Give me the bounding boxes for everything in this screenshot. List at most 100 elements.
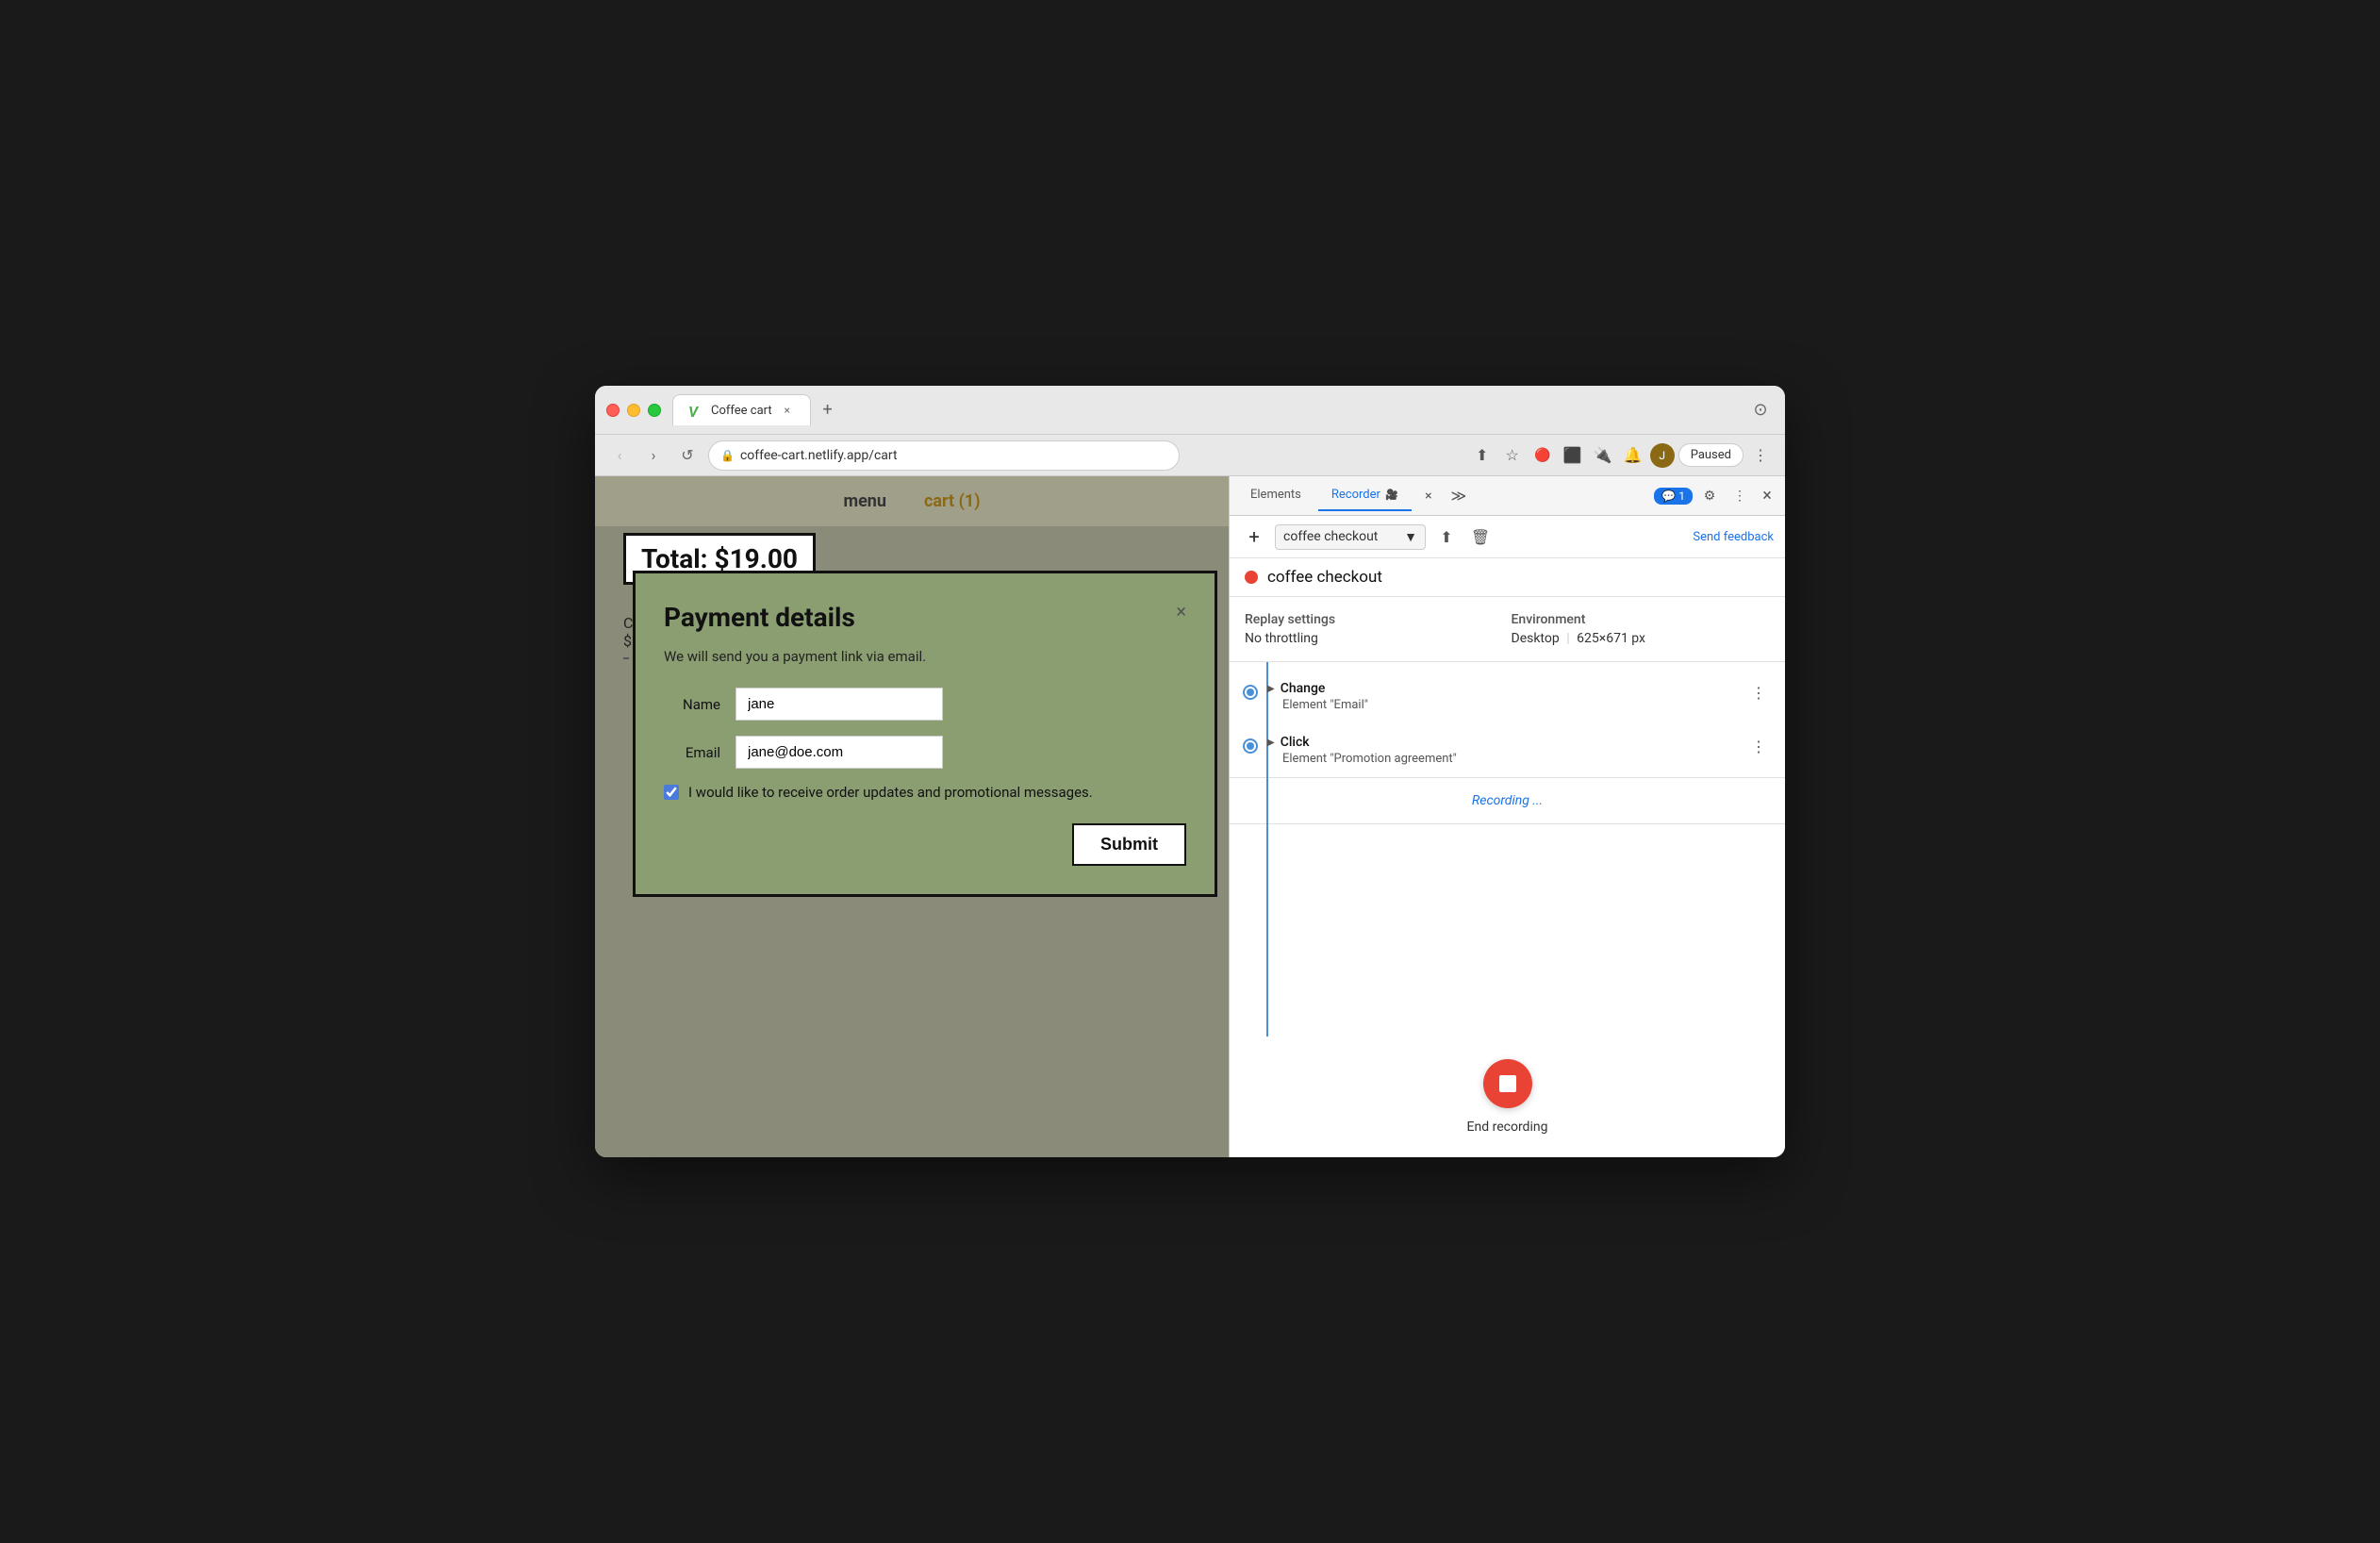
step-change: ▶ Change Element "Email" ⋮: [1230, 670, 1785, 723]
recorder-tab-label: Recorder: [1331, 488, 1380, 502]
browser-tab[interactable]: V Coffee cart ×: [672, 394, 811, 425]
recorder-icon: 🎥: [1385, 489, 1398, 501]
recording-selector-name: coffee checkout: [1283, 529, 1378, 544]
end-recording-area: End recording: [1230, 1037, 1785, 1157]
submit-area: Submit: [664, 823, 1186, 866]
chat-badge[interactable]: 💬 1: [1654, 488, 1693, 505]
replay-settings: Replay settings No throttling Environmen…: [1230, 597, 1785, 662]
more-tabs-button[interactable]: ≫: [1446, 483, 1472, 509]
devtools-actions: 💬 1 ⚙ ⋮ ×: [1654, 483, 1777, 509]
paused-button[interactable]: Paused: [1678, 443, 1744, 467]
step-click: ▶ Click Element "Promotion agreement" ⋮: [1230, 723, 1785, 777]
devtools-close-button[interactable]: ×: [1757, 486, 1777, 506]
step-element-change: Element "Email": [1267, 698, 1736, 712]
elements-tab-label: Elements: [1250, 488, 1301, 502]
recording-status: Recording ...: [1230, 777, 1785, 824]
name-field-row: Name: [664, 688, 1186, 721]
recording-dot-icon: [1245, 571, 1258, 584]
env-dimensions: 625×671 px: [1577, 631, 1645, 646]
tab-bar: V Coffee cart × +: [672, 394, 1736, 425]
recorder-toolbar: + coffee checkout ▼ ⬆ 🗑 Send feedback: [1230, 516, 1785, 558]
add-step-button[interactable]: +: [1241, 523, 1267, 550]
nav-cart-item[interactable]: cart (1): [924, 491, 981, 511]
throttling-value: No throttling: [1245, 631, 1504, 646]
promotion-label: I would like to receive order updates an…: [688, 784, 1093, 801]
modal-subtitle: We will send you a payment link via emai…: [664, 648, 1186, 665]
webpage: menu cart (1) Total: $19.00 Ca... $1... …: [595, 476, 1229, 1157]
back-button[interactable]: ‹: [606, 442, 633, 469]
new-tab-button[interactable]: +: [815, 397, 841, 423]
devtools-panel: Elements Recorder 🎥 × ≫ 💬 1 ⚙ ⋮ × +: [1229, 476, 1785, 1157]
stop-recording-button[interactable]: [1483, 1059, 1532, 1108]
browser-window: V Coffee cart × + ⊙ ‹ › ↺ 🔒 coffee-cart.…: [595, 386, 1785, 1157]
send-feedback-link[interactable]: Send feedback: [1693, 530, 1774, 544]
devtools-settings-icon[interactable]: ⚙: [1696, 483, 1723, 509]
url-text: coffee-cart.netlify.app/cart: [740, 448, 898, 463]
modal-close-button[interactable]: ×: [1176, 602, 1186, 621]
forward-button[interactable]: ›: [640, 442, 667, 469]
payment-modal: Payment details × We will send you a pay…: [633, 571, 1217, 897]
step-element-click: Element "Promotion agreement": [1267, 752, 1736, 766]
user-avatar[interactable]: J: [1650, 443, 1675, 468]
browser-actions: ⬆ ☆ 🔴 ⬛ 🔌 🔔 J Paused ⋮: [1469, 442, 1774, 469]
tab-recorder[interactable]: Recorder 🎥: [1318, 480, 1412, 511]
main-area: menu cart (1) Total: $19.00 Ca... $1... …: [595, 476, 1785, 1157]
more-options-icon[interactable]: ⋮: [1747, 442, 1774, 469]
nav-menu-item[interactable]: menu: [843, 491, 885, 511]
step-dot-change: [1245, 687, 1256, 698]
extension-icon-1[interactable]: 🔴: [1529, 442, 1556, 469]
step-type-change: Change: [1281, 681, 1326, 696]
reload-button[interactable]: ↺: [674, 442, 701, 469]
step-menu-click[interactable]: ⋮: [1747, 735, 1770, 757]
tab-elements[interactable]: Elements: [1237, 480, 1314, 511]
env-type: Desktop: [1512, 631, 1560, 646]
step-header-change[interactable]: ▶ Change: [1267, 681, 1736, 696]
promotion-checkbox-row: I would like to receive order updates an…: [664, 784, 1186, 801]
recording-selector[interactable]: coffee checkout ▼: [1275, 524, 1426, 550]
extension-icon-3[interactable]: 🔌: [1590, 442, 1616, 469]
modal-header: Payment details ×: [664, 602, 1186, 633]
close-window-button[interactable]: [606, 404, 620, 417]
share-icon[interactable]: ⬆: [1469, 442, 1496, 469]
tab-title: Coffee cart: [711, 404, 772, 418]
window-settings-icon[interactable]: ⊙: [1747, 397, 1774, 423]
url-lock-icon: 🔒: [720, 449, 735, 462]
delete-button[interactable]: 🗑: [1467, 523, 1494, 550]
replay-settings-label: Replay settings: [1245, 612, 1504, 627]
step-header-click[interactable]: ▶ Click: [1267, 735, 1736, 750]
export-button[interactable]: ⬆: [1433, 523, 1460, 550]
page-navigation: menu cart (1): [595, 476, 1229, 526]
address-input[interactable]: 🔒 coffee-cart.netlify.app/cart: [708, 440, 1180, 471]
email-input[interactable]: [735, 736, 943, 769]
step-dot-click: [1245, 740, 1256, 752]
step-chevron-click: ▶: [1267, 738, 1275, 748]
env-separator: |: [1566, 631, 1569, 646]
extension-icon-4[interactable]: 🔔: [1620, 442, 1646, 469]
title-bar: V Coffee cart × + ⊙: [595, 386, 1785, 435]
recording-title: coffee checkout: [1230, 558, 1785, 597]
maximize-window-button[interactable]: [648, 404, 661, 417]
step-content-change: ▶ Change Element "Email": [1267, 681, 1736, 712]
minimize-window-button[interactable]: [627, 404, 640, 417]
step-chevron-change: ▶: [1267, 684, 1275, 694]
bookmark-icon[interactable]: ☆: [1499, 442, 1526, 469]
promotion-checkbox[interactable]: [664, 785, 679, 800]
address-bar: ‹ › ↺ 🔒 coffee-cart.netlify.app/cart ⬆ ☆…: [595, 435, 1785, 476]
step-content-click: ▶ Click Element "Promotion agreement": [1267, 735, 1736, 766]
step-type-click: Click: [1281, 735, 1310, 750]
devtools-tab-bar: Elements Recorder 🎥 × ≫ 💬 1 ⚙ ⋮ ×: [1230, 476, 1785, 516]
tab-close-button[interactable]: ×: [780, 403, 795, 418]
name-label: Name: [664, 696, 720, 713]
email-label: Email: [664, 744, 720, 761]
submit-button[interactable]: Submit: [1072, 823, 1186, 866]
close-recorder-tab-button[interactable]: ×: [1415, 483, 1442, 509]
modal-title: Payment details: [664, 602, 855, 633]
tab-favicon-icon: V: [688, 403, 703, 418]
step-menu-change[interactable]: ⋮: [1747, 681, 1770, 704]
paused-label: Paused: [1691, 448, 1731, 462]
environment-value: Desktop | 625×671 px: [1512, 631, 1771, 646]
email-field-row: Email: [664, 736, 1186, 769]
extension-icon-2[interactable]: ⬛: [1560, 442, 1586, 469]
name-input[interactable]: [735, 688, 943, 721]
devtools-more-icon[interactable]: ⋮: [1727, 483, 1753, 509]
